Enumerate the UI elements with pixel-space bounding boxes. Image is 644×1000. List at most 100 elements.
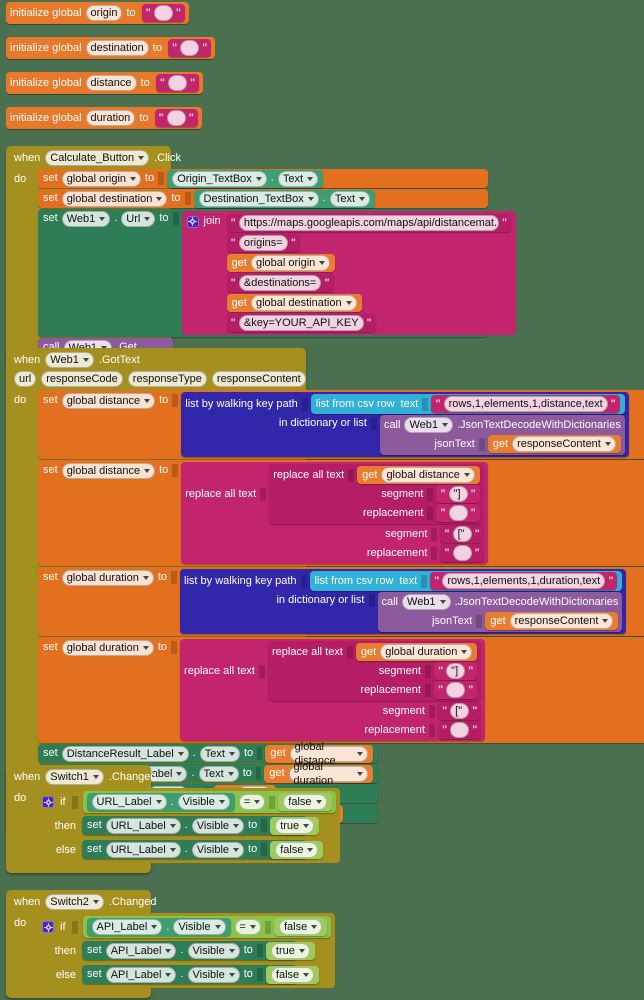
boolean-dropdown[interactable]: false: [283, 794, 327, 810]
chevron-down-icon[interactable]: [233, 823, 240, 828]
get-responsecontent[interactable]: get responseContent: [485, 612, 619, 630]
stmt-set-web1-url[interactable]: set Web1 . Url to join " https://maps.go…: [38, 209, 517, 337]
chevron-down-icon[interactable]: [155, 800, 162, 804]
block-logic-false[interactable]: false: [273, 918, 328, 936]
variable-dropdown[interactable]: responseContent: [512, 436, 616, 452]
property-dropdown[interactable]: Text: [198, 765, 239, 782]
text-value-field[interactable]: [": [452, 526, 472, 542]
component-dropdown[interactable]: URL_Label: [105, 841, 181, 858]
property-dropdown[interactable]: Text: [329, 190, 371, 207]
inner-replacement-text[interactable]: " ": [433, 681, 478, 699]
event-calculate-button-click[interactable]: when Calculate_Button .Click do set glob…: [6, 146, 517, 367]
block-replace-all-text-outer[interactable]: replace all text replace all text get gl…: [181, 462, 488, 564]
block-initialize-global-origin[interactable]: initialize global origin to " ": [6, 2, 190, 24]
chevron-down-icon[interactable]: [307, 196, 314, 201]
event-web1-gottext[interactable]: when Web1 .GotText url responseCode resp…: [6, 348, 644, 833]
text-value-field[interactable]: [153, 5, 173, 21]
outer-segment-text[interactable]: " [" ": [437, 702, 482, 720]
variable-dropdown[interactable]: global distance: [381, 467, 475, 483]
property-dropdown[interactable]: Visible: [191, 817, 245, 834]
global-name-field[interactable]: destination: [85, 40, 149, 56]
operator-dropdown[interactable]: =: [234, 919, 261, 935]
variable-dropdown[interactable]: global origin: [61, 170, 142, 187]
inner-replacement-text[interactable]: " ": [436, 504, 480, 522]
text-value-field[interactable]: "]: [446, 663, 466, 679]
text-value-field[interactable]: &destinations=: [238, 275, 322, 291]
property-dropdown[interactable]: Visible: [187, 942, 240, 959]
component-dropdown[interactable]: URL_Label: [91, 794, 167, 810]
chevron-down-icon[interactable]: [254, 800, 261, 804]
join-item-text-url[interactable]: " https://maps.googleapis.com/maps/api/d…: [226, 214, 512, 232]
stmt-set-global-distance-clean[interactable]: set global distance to replace all text …: [38, 460, 644, 566]
chevron-down-icon[interactable]: [255, 176, 262, 181]
stmt-set-api-label-visible-true[interactable]: set API_Label . Visible to true: [82, 941, 315, 960]
param-responsecode[interactable]: responseCode: [41, 371, 123, 387]
join-item-text-key[interactable]: " &key=YOUR_API_KEY ": [226, 314, 376, 332]
block-list-from-csv-row[interactable]: list from csv row text " rows,1,elements…: [309, 571, 623, 591]
chevron-down-icon[interactable]: [357, 751, 363, 756]
component-dropdown[interactable]: Web1: [402, 594, 451, 610]
chevron-down-icon[interactable]: [228, 948, 235, 953]
chevron-down-icon[interactable]: [156, 196, 163, 201]
block-logic-true[interactable]: true: [270, 816, 320, 835]
chevron-down-icon[interactable]: [315, 800, 322, 804]
global-name-field[interactable]: origin: [85, 5, 123, 21]
block-initialize-global-distance[interactable]: initialize global distance to " ": [6, 72, 204, 94]
stmt-set-url-label-visible-true[interactable]: set URL_Label . Visible to true: [82, 816, 320, 835]
block-call-jsontextdecode[interactable]: call Web1 .JsonTextDecodeWithDictionarie…: [377, 592, 623, 632]
chevron-down-icon[interactable]: [345, 301, 352, 305]
operator-dropdown[interactable]: =: [238, 794, 266, 810]
chevron-down-icon[interactable]: [357, 771, 363, 776]
chevron-down-icon[interactable]: [228, 751, 235, 756]
block-compare-equals[interactable]: URL_Label . Visible = false: [82, 791, 336, 813]
value-api-label-visible[interactable]: API_Label . Visible: [86, 918, 231, 936]
event-switch2-changed[interactable]: when Switch2 .Changed do if API_Label . …: [6, 890, 336, 998]
chevron-down-icon[interactable]: [602, 619, 609, 623]
component-dropdown[interactable]: API_Label: [105, 942, 177, 959]
chevron-down-icon[interactable]: [311, 925, 318, 929]
chevron-down-icon[interactable]: [439, 600, 446, 604]
block-initialize-global-destination[interactable]: initialize global destination to " ": [6, 37, 216, 59]
mutator-gear-icon[interactable]: [42, 796, 54, 808]
component-dropdown[interactable]: API_Label: [105, 966, 177, 983]
chevron-down-icon[interactable]: [138, 156, 145, 160]
chevron-down-icon[interactable]: [142, 575, 149, 580]
chevron-down-icon[interactable]: [142, 645, 149, 650]
chevron-down-icon[interactable]: [303, 972, 310, 977]
text-value-field[interactable]: [452, 545, 472, 561]
blocks-canvas[interactable]: initialize global origin to " " initiali…: [0, 0, 644, 1000]
empty-text-block[interactable]: " ": [155, 74, 200, 92]
chevron-down-icon[interactable]: [233, 847, 240, 852]
value-url-label-visible[interactable]: URL_Label . Visible: [86, 793, 235, 811]
block-logic-false[interactable]: false: [265, 965, 320, 984]
property-dropdown[interactable]: Url: [121, 210, 156, 227]
chevron-down-icon[interactable]: [165, 948, 172, 953]
chevron-down-icon[interactable]: [99, 216, 106, 221]
chevron-down-icon[interactable]: [151, 925, 158, 929]
text-value-field[interactable]: rows,1,elements,1,distance,text: [443, 396, 608, 412]
stmt-set-global-distance-walk[interactable]: set global distance to list by walking k…: [38, 390, 644, 459]
mutator-gear-icon[interactable]: [186, 215, 199, 228]
chevron-down-icon[interactable]: [176, 771, 183, 776]
property-dropdown[interactable]: Visible: [187, 966, 240, 983]
component-dropdown[interactable]: Switch1: [45, 769, 104, 785]
chevron-down-icon[interactable]: [144, 468, 151, 473]
text-value-field[interactable]: [446, 682, 466, 698]
global-name-field[interactable]: duration: [85, 110, 136, 126]
text-value-field[interactable]: origins=: [238, 235, 288, 251]
text-value-field[interactable]: &key=YOUR_API_KEY: [238, 315, 364, 331]
variable-dropdown[interactable]: responseContent: [509, 613, 614, 629]
block-initialize-global-duration[interactable]: initialize global duration to " ": [6, 107, 202, 129]
property-dropdown[interactable]: Text: [277, 170, 319, 187]
text-value-field[interactable]: [167, 75, 187, 91]
chevron-down-icon[interactable]: [218, 800, 225, 804]
text-value-field[interactable]: [": [450, 703, 470, 719]
chevron-down-icon[interactable]: [130, 176, 137, 181]
join-item-text-destinations[interactable]: " &destinations= ": [226, 274, 334, 292]
block-list-by-walking-key-path[interactable]: list by walking key path list from csv r…: [181, 392, 629, 457]
component-dropdown[interactable]: Web1: [404, 417, 453, 433]
text-value-field[interactable]: [448, 505, 468, 521]
boolean-dropdown[interactable]: false: [270, 966, 315, 983]
chevron-down-icon[interactable]: [165, 972, 172, 977]
component-dropdown[interactable]: API_Label: [91, 919, 163, 935]
